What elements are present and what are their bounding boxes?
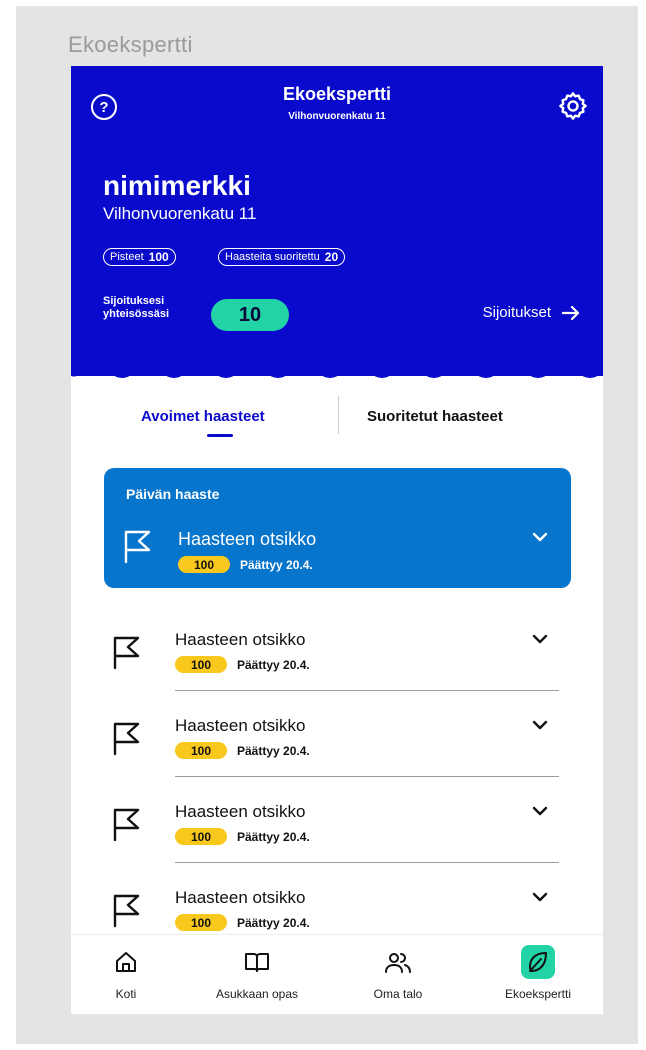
points-badge: 100 <box>175 914 227 931</box>
challenge-list-item[interactable]: Haasteen otsikko 100 Päättyy 20.4. <box>71 704 603 790</box>
challenge-title: Haasteen otsikko <box>175 802 306 821</box>
list-divider <box>175 862 559 863</box>
end-date: Päättyy 20.4. <box>237 915 310 930</box>
flag-icon <box>113 894 140 928</box>
book-icon <box>240 945 274 979</box>
active-tab-indicator <box>207 434 233 437</box>
daily-challenge-label: Päivän haaste <box>126 486 220 502</box>
flag-icon <box>113 722 140 756</box>
end-date: Päättyy 20.4. <box>240 557 313 572</box>
arrow-right-icon <box>561 305 580 320</box>
end-date: Päättyy 20.4. <box>237 657 310 672</box>
chevron-down-icon[interactable] <box>531 718 549 732</box>
rankings-link[interactable]: Sijoitukset <box>483 304 581 321</box>
end-date: Päättyy 20.4. <box>237 743 310 758</box>
app-title: Ekoekspertti <box>282 84 392 104</box>
tab-completed-challenges[interactable]: Suoritetut haasteet <box>367 408 503 425</box>
flag-icon <box>113 636 140 670</box>
gear-icon[interactable] <box>557 90 589 122</box>
daily-challenge-title: Haasteen otsikko <box>178 529 317 549</box>
nav-label: Oma talo <box>373 987 423 1001</box>
points-value: 100 <box>148 250 169 264</box>
list-divider <box>175 776 559 777</box>
chevron-down-icon[interactable] <box>531 632 549 646</box>
completed-challenges-value: 20 <box>324 250 339 264</box>
chevron-down-icon[interactable] <box>531 530 549 544</box>
end-date: Päättyy 20.4. <box>237 829 310 844</box>
phone-screen: ? Ekoekspertti Vilhonvuorenkatu 11 nimim… <box>71 66 603 1014</box>
points-chip: Pisteet 100 <box>103 248 176 266</box>
challenge-title: Haasteen otsikko <box>175 716 306 735</box>
nav-label: Ekoekspertti <box>504 987 572 1001</box>
tab-open-challenges[interactable]: Avoimet haasteet <box>141 408 265 425</box>
challenge-meta: 100 Päättyy 20.4. <box>175 914 310 931</box>
app-subtitle: Vilhonvuorenkatu 11 <box>288 111 386 122</box>
chevron-down-icon[interactable] <box>531 890 549 904</box>
nav-item-ekoekspertti[interactable]: Ekoekspertti <box>483 935 593 1014</box>
flag-icon <box>113 808 140 842</box>
nav-item-asukkaan-opas[interactable]: Asukkaan opas <box>207 935 307 1014</box>
tab-divider <box>338 396 339 434</box>
challenge-meta: 100 Päättyy 20.4. <box>175 828 310 845</box>
challenge-list-item[interactable]: Haasteen otsikko 100 Päättyy 20.4. <box>71 790 603 876</box>
points-label: Pisteet <box>110 251 144 263</box>
points-badge: 100 <box>175 742 227 759</box>
points-badge: 100 <box>175 828 227 845</box>
completed-challenges-chip: Haasteita suoritettu 20 <box>218 248 346 266</box>
daily-challenge-meta: 100 Päättyy 20.4. <box>178 556 313 573</box>
challenge-title: Haasteen otsikko <box>175 888 306 907</box>
challenge-tabs: Avoimet haasteet Suoritetut haasteet <box>71 396 603 446</box>
daily-challenge-card[interactable]: Päivän haaste Haasteen otsikko 100 Päätt… <box>104 468 571 588</box>
nav-label: Asukkaan opas <box>215 987 299 1001</box>
rank-value: 10 <box>211 299 289 331</box>
people-icon <box>381 945 415 979</box>
address: Vilhonvuorenkatu 11 <box>103 204 257 223</box>
profile-header: ? Ekoekspertti Vilhonvuorenkatu 11 nimim… <box>71 66 603 376</box>
challenge-meta: 100 Päättyy 20.4. <box>175 742 310 759</box>
leaf-icon <box>521 945 555 979</box>
rankings-link-label: Sijoitukset <box>482 304 551 321</box>
challenge-title: Haasteen otsikko <box>175 630 306 649</box>
flag-icon <box>124 530 151 564</box>
challenge-list-item[interactable]: Haasteen otsikko 100 Päättyy 20.4. <box>71 618 603 704</box>
rank-label: Sijoituksesi yhteisössäsi <box>103 295 170 320</box>
nav-item-oma-talo[interactable]: Oma talo <box>363 935 433 1014</box>
challenge-meta: 100 Päättyy 20.4. <box>175 656 310 673</box>
nav-item-koti[interactable]: Koti <box>101 935 151 1014</box>
points-badge: 100 <box>178 556 230 573</box>
chevron-down-icon[interactable] <box>531 804 549 818</box>
nickname: nimimerkki <box>103 170 251 201</box>
header-wave <box>71 358 603 378</box>
points-badge: 100 <box>175 656 227 673</box>
nav-label: Koti <box>115 987 137 1001</box>
bottom-navigation: Koti Asukkaan opas Oma talo Ekoekspertti <box>71 934 603 1014</box>
list-divider <box>175 690 559 691</box>
home-icon <box>109 945 143 979</box>
frame-title: Ekoekspertti <box>68 32 193 57</box>
completed-challenges-label: Haasteita suoritettu <box>225 251 320 263</box>
